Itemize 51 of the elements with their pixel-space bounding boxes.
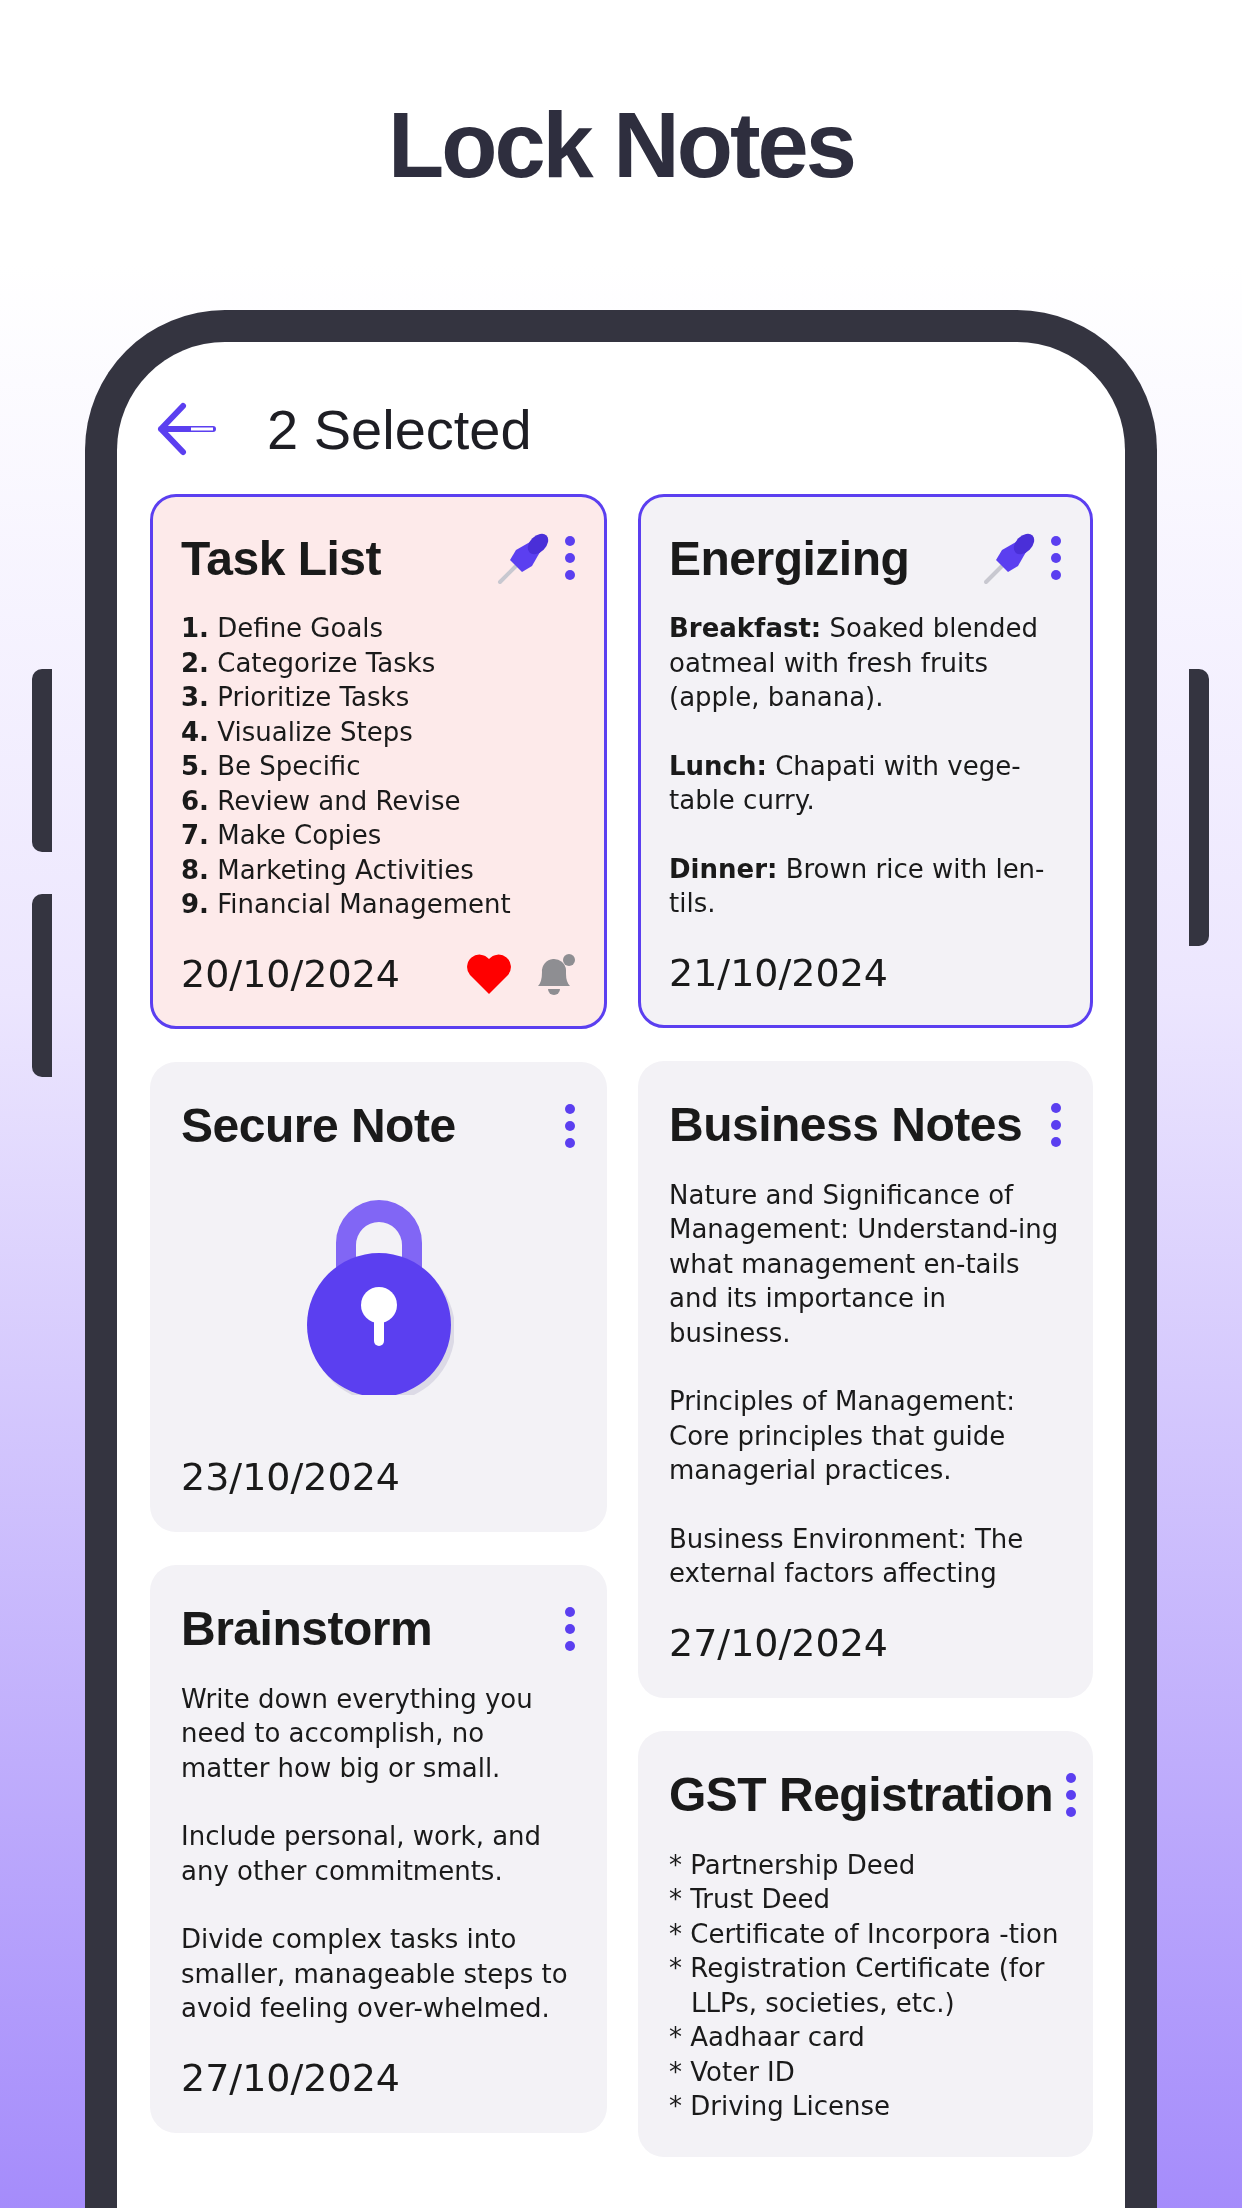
headline: Lock Notes: [388, 92, 854, 198]
list-item: * Partnership Deed: [669, 1848, 917, 1882]
note-paragraph: Principles of Management: Core principles that guide managerial practices.: [669, 1385, 1017, 1487]
app-bar-title: 2 Selected: [267, 396, 532, 462]
note-card[interactable]: Task List 1. Define Goals 2. Categorize Tasks 3. Prioritize Tasks 4. Visualize Steps 5. Be Specific 6. Review and Revise 7. Make Copies 8. Marketing Activities 9. Financial Management 20/10/2024: [150, 494, 607, 1029]
list-item: * Trust Deed: [669, 1883, 831, 1916]
more-options-icon[interactable]: [564, 1605, 576, 1652]
note-title: Brainstorm: [181, 1601, 434, 1656]
note-card[interactable]: GST Registration * Partnership Deed * Trust Deed * Certificate of Incorpora -tion * Registration Certificate (for LLPs, societies, etc.) * Aadhaar card * Voter ID * Driving License: [638, 1730, 1093, 2157]
list-item: 3. Prioritize Tasks: [181, 681, 411, 714]
note-title: Secure Note: [181, 1098, 457, 1153]
note-paragraph: Dinner: Brown rice with len-tils.: [669, 852, 1046, 920]
note-title: Energizing: [669, 530, 911, 586]
note-paragraph: Nature and Significance of Management: Understand-ing what management en-tails and its importance in business.: [669, 1178, 1060, 1350]
list-item: 8. Marketing Activities: [181, 853, 475, 887]
note-paragraph: Write down everything you need to accomplish, no matter how big or small.: [181, 1682, 534, 1785]
note-card[interactable]: Secure Note 23/10/2024: [150, 1061, 607, 1532]
list-item: 5. Be Specific: [181, 750, 362, 783]
list-item: 7. Make Copies: [181, 819, 383, 852]
note-card[interactable]: [150, 1564, 607, 2133]
note-paragraph: Include personal, work, and any other commitments.: [181, 1820, 543, 1888]
heart-icon[interactable]: [466, 953, 512, 994]
note-date: 21/10/2024: [669, 950, 889, 995]
note-card[interactable]: [638, 1060, 1093, 1698]
list-item: 2. Categorize Tasks: [181, 646, 437, 680]
note-title: Business Notes: [669, 1097, 1024, 1152]
note-date: 27/10/2024: [181, 2055, 401, 2100]
note-title: Task List: [181, 530, 382, 586]
note-paragraph: Lunch: Chapati with vege-table curry.: [669, 749, 1022, 817]
list-item: * Driving License: [669, 2090, 892, 2123]
more-options-icon[interactable]: [564, 535, 576, 581]
list-item: * Certificate of Incorpora -tion: [669, 1917, 1060, 1951]
list-item: 1. Define Goals: [181, 612, 385, 645]
list-item: * Registration Certificate (for LLPs, societies, etc.): [669, 1952, 1046, 2020]
note-paragraph: Business Environment: The external factors affecting: [669, 1522, 1025, 1590]
list-item: 9. Financial Management: [181, 888, 512, 921]
list-item: 6. Review and Revise: [181, 784, 462, 818]
more-options-icon[interactable]: [564, 1102, 576, 1149]
more-options-icon[interactable]: [1050, 535, 1062, 581]
note-paragraph: Divide complex tasks into smaller, manageable steps to avoid feeling over-whelmed.: [181, 1923, 569, 2025]
list-item: * Aadhaar card: [669, 2021, 866, 2054]
list-item: 4. Visualize Steps: [181, 715, 414, 749]
note-date: 20/10/2024: [181, 951, 401, 996]
note-date: 27/10/2024: [669, 1620, 889, 1665]
note-card[interactable]: Energizing Breakfast: Soaked blended oatmeal with fresh fruits (apple, banana). Lunch: Chapati with vege-table curry. Dinner: Brown rice with len-tils. 21/10/2024: [638, 494, 1093, 1028]
more-options-icon[interactable]: [1065, 1771, 1078, 1818]
list-item: * Voter ID: [669, 2055, 796, 2089]
note-title: GST Registration: [669, 1767, 1054, 1822]
more-options-icon[interactable]: [1050, 1101, 1062, 1148]
note-date: 23/10/2024: [181, 1454, 401, 1499]
note-paragraph: Breakfast: Soaked blended oatmeal with fresh fruits (apple, banana).: [669, 612, 1039, 714]
